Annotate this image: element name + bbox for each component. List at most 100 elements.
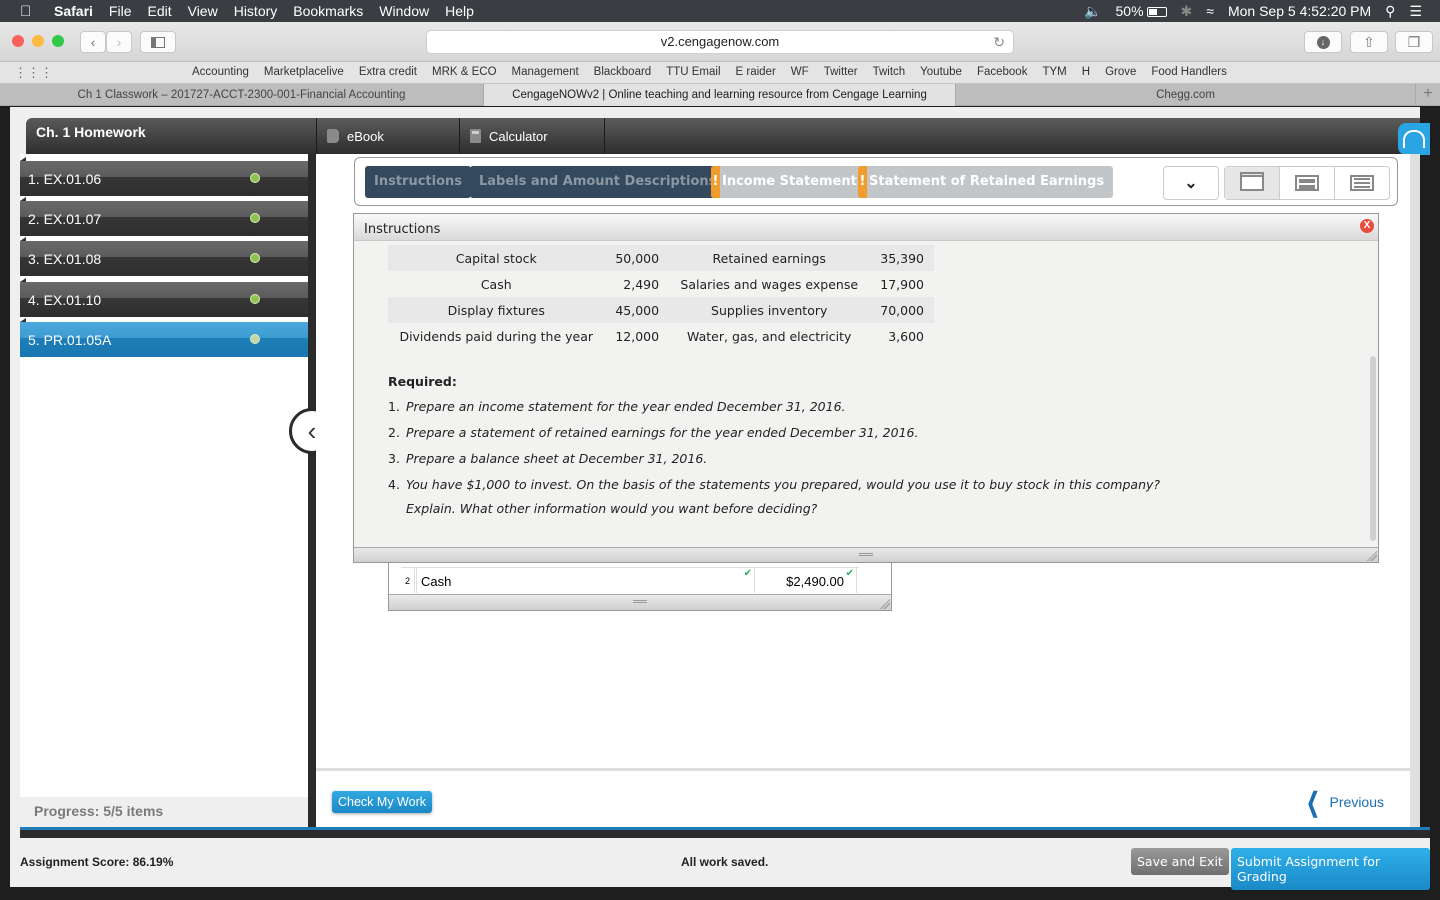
tab-instructions[interactable]: Instructions [365, 166, 472, 198]
table-row: Capital stock 50,000 Retained earnings 3… [388, 245, 934, 271]
answer-label-cell[interactable]: Cash ✔ [417, 568, 755, 593]
submit-assignment-button[interactable]: Submit Assignment for Grading [1231, 848, 1430, 890]
bookmark-item[interactable]: Marketplacelive [264, 66, 344, 78]
answer-value-cell[interactable]: $2,490.00 ✔ [755, 568, 857, 593]
calculator-button[interactable]: Calculator [459, 118, 604, 154]
menu-history[interactable]: History [234, 3, 278, 19]
view-list-button[interactable] [1335, 167, 1389, 199]
question-item-3[interactable]: 3. EX.01.08 [20, 237, 318, 276]
menu-window[interactable]: Window [379, 3, 429, 19]
instructions-scrollbar[interactable] [1370, 356, 1376, 541]
share-button[interactable]: ⇧ [1350, 31, 1388, 53]
volume-icon[interactable]: 🔈 [1084, 3, 1101, 20]
new-tab-button[interactable]: + [1416, 84, 1440, 105]
item-number: 4. [388, 477, 400, 492]
macos-menubar:  Safari File Edit View History Bookmark… [0, 0, 1440, 22]
sidebar-toggle-button[interactable] [140, 31, 176, 53]
tab-statement-of-retained-earnings[interactable]: ! Statement of Retained Earnings [858, 166, 1114, 198]
apple-menu-icon[interactable]:  [20, 3, 34, 20]
bookmark-item[interactable]: Twitter [824, 66, 858, 78]
bookmark-item[interactable]: WF [791, 66, 809, 78]
menu-app[interactable]: Safari [54, 3, 93, 19]
check-my-work-button[interactable]: Check My Work [332, 791, 432, 813]
item-text: Prepare an income statement for the year… [406, 399, 846, 414]
resize-handle-icon[interactable] [880, 599, 890, 609]
item-number: 1. [388, 399, 400, 414]
address-bar[interactable]: v2.cengagenow.com ↻ [426, 30, 1014, 54]
question-item-2[interactable]: 2. EX.01.07 [20, 197, 318, 236]
instructions-resize-bar[interactable] [354, 547, 1378, 562]
tab-overview-button[interactable]: ❐ [1395, 31, 1433, 53]
browser-tab-bar: Ch 1 Classwork – 201727-ACCT-2300-001-Fi… [0, 84, 1440, 106]
bookmark-item[interactable]: Grove [1105, 66, 1136, 78]
notification-center-icon[interactable]: ☰ [1409, 3, 1422, 20]
bookmark-item[interactable]: Twitch [873, 66, 906, 78]
menu-view[interactable]: View [188, 3, 218, 19]
menu-help[interactable]: Help [445, 3, 474, 19]
menu-edit[interactable]: Edit [147, 3, 171, 19]
minimize-window-button[interactable] [32, 35, 44, 47]
tab-income-statement[interactable]: ! Income Statement [711, 166, 866, 198]
panel-divider[interactable] [308, 154, 316, 827]
account-data-table: Capital stock 50,000 Retained earnings 3… [388, 245, 934, 349]
account-label: Capital stock [455, 250, 537, 266]
account-label: Supplies inventory [711, 302, 828, 318]
item-number: 3. [388, 451, 400, 466]
answer-table: 2 Cash ✔ $2,490.00 ✔ [388, 563, 892, 611]
assignment-score: Assignment Score: 86.19% [20, 855, 174, 869]
question-item-5[interactable]: 5. PR.01.05A [20, 318, 318, 357]
back-button[interactable]: ‹ [80, 31, 106, 53]
tabs-icon: ❐ [1407, 33, 1421, 50]
spotlight-search-icon[interactable]: ⚲ [1385, 3, 1395, 20]
menu-bookmarks[interactable]: Bookmarks [293, 3, 363, 19]
question-item-1[interactable]: 1. EX.01.06 [20, 157, 318, 196]
bluetooth-icon[interactable]: ✱ [1181, 3, 1193, 20]
reload-icon[interactable]: ↻ [993, 31, 1005, 53]
ebook-button[interactable]: eBook [316, 118, 459, 154]
bookmark-item[interactable]: E raider [736, 66, 776, 78]
main-scrollbar-track[interactable] [1410, 154, 1420, 827]
bookmark-item[interactable]: MRK & ECO [432, 66, 497, 78]
view-split-button[interactable] [1280, 167, 1335, 199]
bookmark-item[interactable]: Accounting [192, 66, 249, 78]
answer-resize-bar[interactable] [389, 594, 891, 610]
top-sites-grid-icon[interactable]: ⋮⋮⋮ [14, 65, 53, 81]
battery-percent: 50% [1115, 3, 1144, 19]
close-icon[interactable]: X [1360, 219, 1374, 233]
required-section: Required: 1. Prepare an income statement … [388, 374, 1160, 516]
save-and-exit-button[interactable]: Save and Exit [1131, 848, 1229, 875]
downloads-button[interactable]: ↓ [1304, 31, 1342, 53]
close-window-button[interactable] [12, 35, 24, 47]
bookmark-item[interactable]: Youtube [920, 66, 962, 78]
more-tabs-dropdown[interactable]: ⌄ [1163, 166, 1219, 200]
battery-status[interactable]: 50% [1116, 3, 1167, 19]
bookmark-item[interactable]: Facebook [977, 66, 1028, 78]
browser-tab[interactable]: Chegg.com [956, 84, 1416, 106]
clock[interactable]: Mon Sep 5 4:52:20 PM [1228, 3, 1371, 19]
split-view-icon [1295, 175, 1319, 191]
wifi-icon[interactable]: ≈ [1206, 3, 1214, 19]
question-item-4[interactable]: 4. EX.01.10 [20, 278, 318, 317]
view-stacked-button[interactable] [1225, 167, 1280, 199]
menu-file[interactable]: File [109, 3, 132, 19]
bookmark-item[interactable]: TTU Email [666, 66, 720, 78]
bookmark-item[interactable]: Food Handlers [1151, 66, 1226, 78]
bookmark-item[interactable]: TYM [1042, 66, 1066, 78]
stacked-windows-icon [1240, 172, 1264, 191]
resize-handle-icon[interactable] [1367, 551, 1377, 561]
previous-button[interactable]: ❮ Previous [1302, 789, 1384, 815]
required-item: 1. Prepare an income statement for the ye… [388, 399, 1160, 425]
bookmark-item[interactable]: Management [512, 66, 579, 78]
account-value: 17,900 [880, 276, 924, 292]
forward-button[interactable]: › [106, 31, 132, 53]
tab-labels-and-amount-descriptions[interactable]: Labels and Amount Descriptions [470, 166, 726, 198]
assignment-title: Ch. 1 Homework [26, 118, 326, 154]
support-headset-icon[interactable] [1398, 123, 1430, 155]
bookmark-item[interactable]: Blackboard [594, 66, 652, 78]
bookmark-item[interactable]: H [1082, 66, 1090, 78]
browser-tab-active[interactable]: CengageNOWv2 | Online teaching and learn… [484, 84, 956, 106]
zoom-window-button[interactable] [52, 35, 64, 47]
footer-divider [20, 830, 1430, 838]
bookmark-item[interactable]: Extra credit [359, 66, 417, 78]
browser-tab[interactable]: Ch 1 Classwork – 201727-ACCT-2300-001-Fi… [0, 84, 484, 106]
